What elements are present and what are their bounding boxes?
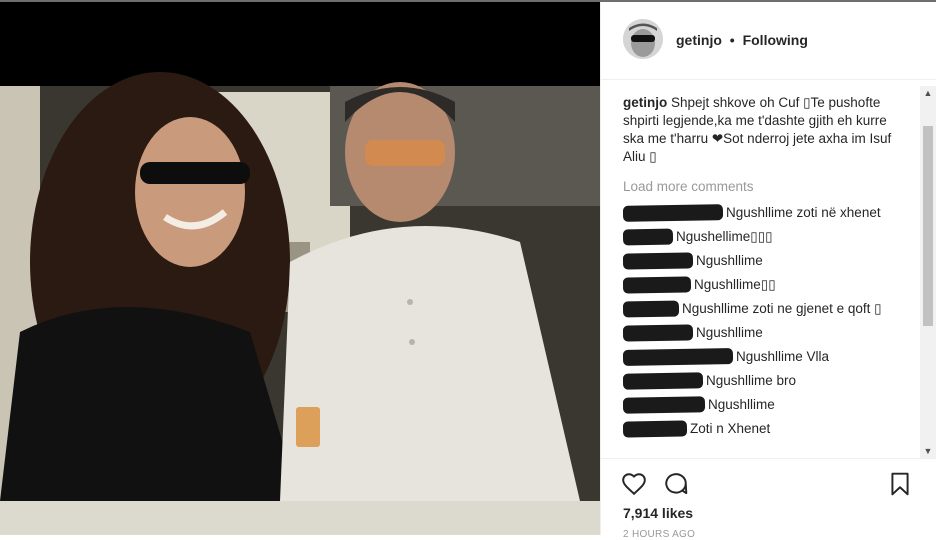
redacted-username bbox=[623, 276, 692, 295]
avatar-image bbox=[623, 19, 663, 59]
comments-scrollbar[interactable]: ▲ ▼ bbox=[920, 86, 936, 458]
comment-item: Ngushellime▯▯▯ bbox=[623, 228, 905, 246]
comment-item: Ngushllime bro bbox=[623, 372, 905, 391]
redacted-username bbox=[623, 252, 694, 271]
comments-section: getinjo Shpejt shkove oh Cuf ▯Te pushoft… bbox=[623, 94, 905, 458]
comment-text: Ngushllime bbox=[708, 397, 775, 412]
comment-text: Ngushllime zoti ne gjenet e qoft ▯ bbox=[682, 301, 882, 316]
avatar[interactable] bbox=[623, 19, 663, 59]
comment-text: Ngushllime▯▯ bbox=[694, 277, 776, 292]
comment-item: Ngushllime zoti ne gjenet e qoft ▯ bbox=[623, 300, 905, 318]
post-actions: 7,914 likes 2 HOURS AGO bbox=[601, 458, 936, 540]
scroll-down-arrow-icon[interactable]: ▼ bbox=[920, 444, 936, 458]
caption-username[interactable]: getinjo bbox=[623, 95, 667, 110]
scroll-up-arrow-icon[interactable]: ▲ bbox=[920, 86, 936, 100]
comment-text: Ngushllime bbox=[696, 253, 763, 268]
comment-text: Ngushllime bro bbox=[706, 373, 797, 388]
caption: getinjo Shpejt shkove oh Cuf ▯Te pushoft… bbox=[623, 94, 905, 166]
photo-image bbox=[0, 2, 600, 535]
redacted-username bbox=[623, 348, 734, 367]
comment-text: Ngushllime bbox=[696, 325, 763, 340]
redacted-username bbox=[623, 420, 688, 438]
comment-item: Ngushllime Vlla bbox=[623, 348, 905, 367]
comment-list: Ngushllime zoti në xhenet Ngushellime▯▯▯… bbox=[623, 204, 905, 438]
separator-dot: • bbox=[729, 32, 735, 48]
comment-item: Ngushllime bbox=[623, 396, 905, 415]
post-sidebar: getinjo • Following getinjo Shpejt shkov… bbox=[600, 2, 936, 540]
comment-text: Zoti n Xhenet bbox=[690, 421, 771, 436]
comment-text: Ngushllime zoti në xhenet bbox=[726, 205, 881, 220]
like-count[interactable]: 7,914 likes bbox=[623, 505, 693, 521]
redacted-username bbox=[623, 324, 694, 343]
load-more-comments-button[interactable]: Load more comments bbox=[623, 178, 905, 196]
redacted-username bbox=[623, 396, 706, 415]
redacted-username bbox=[623, 300, 680, 318]
comment-item: Ngushllime zoti në xhenet bbox=[623, 204, 905, 223]
comment-item: Ngushllime bbox=[623, 252, 905, 271]
comment-item: Zoti n Xhenet bbox=[623, 420, 905, 438]
comment-item: Ngushllime▯▯ bbox=[623, 276, 905, 295]
scroll-thumb[interactable] bbox=[923, 126, 933, 326]
header-user: getinjo • Following bbox=[676, 32, 808, 48]
comment-text: Ngushllime Vlla bbox=[736, 349, 830, 364]
heart-icon[interactable] bbox=[621, 471, 647, 497]
redacted-username bbox=[623, 229, 674, 246]
comment-icon[interactable] bbox=[663, 471, 689, 497]
comment-text: Ngushellime▯▯▯ bbox=[676, 229, 773, 244]
redacted-username bbox=[623, 204, 724, 223]
instagram-post-modal: getinjo • Following getinjo Shpejt shkov… bbox=[0, 0, 936, 540]
username-link[interactable]: getinjo bbox=[676, 32, 722, 48]
follow-button[interactable]: Following bbox=[743, 32, 808, 48]
comment-item: Ngushllime bbox=[623, 324, 905, 343]
post-header: getinjo • Following bbox=[601, 2, 936, 80]
redacted-username bbox=[623, 372, 704, 391]
bookmark-icon[interactable] bbox=[887, 471, 913, 497]
post-photo[interactable] bbox=[0, 2, 600, 535]
